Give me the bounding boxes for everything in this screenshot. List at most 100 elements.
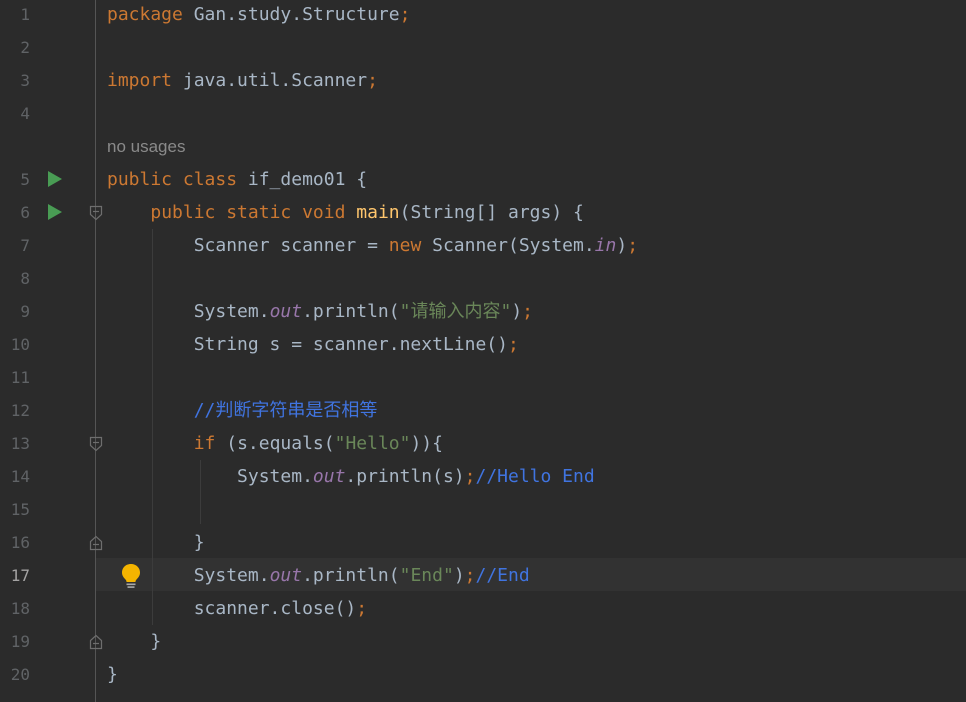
code-token: "Hello" [334, 433, 411, 454]
code-token: out [269, 301, 303, 322]
code-token: Gan.study.Structure [182, 4, 400, 25]
code-line[interactable]: 19 } [0, 625, 966, 658]
code-token: //End [475, 565, 530, 586]
line-number: 2 [20, 38, 30, 57]
code-text[interactable]: } [107, 625, 161, 658]
line-number: 11 [10, 368, 30, 387]
code-token: )){ [410, 433, 443, 454]
code-token: if [193, 433, 216, 454]
code-token: "请输入内容" [399, 301, 512, 322]
code-token: ; [399, 4, 411, 25]
code-line[interactable]: 20} [0, 658, 966, 691]
code-line[interactable]: 18 scanner.close(); [0, 592, 966, 625]
code-line[interactable]: 4 [0, 97, 966, 130]
code-token: ) [453, 565, 465, 586]
code-line[interactable]: 9 System.out.println("请输入内容"); [0, 295, 966, 328]
fold-end-icon[interactable] [89, 634, 103, 650]
code-line[interactable]: 14 System.out.println(s);//Hello End [0, 460, 966, 493]
code-token: } [107, 532, 205, 553]
code-text[interactable]: System.out.println("End");//End [107, 559, 530, 592]
code-token: ; [464, 466, 476, 487]
code-line[interactable]: 11 [0, 361, 966, 394]
code-token: String s = scanner.nextLine() [107, 334, 508, 355]
code-text[interactable]: scanner.close(); [107, 592, 367, 625]
code-line[interactable]: 15 [0, 493, 966, 526]
inlay-hint-no-usages[interactable]: no usages [107, 130, 185, 163]
code-token: scanner.close() [107, 598, 357, 619]
code-line[interactable]: 16 } [0, 526, 966, 559]
fold-start-icon[interactable] [89, 436, 103, 452]
line-number: 7 [20, 236, 30, 255]
line-number: 16 [10, 533, 30, 552]
code-token: System. [107, 301, 270, 322]
line-number: 15 [10, 500, 30, 519]
code-token: out [312, 466, 346, 487]
line-number: 14 [10, 467, 30, 486]
code-text[interactable]: System.out.println("请输入内容"); [107, 295, 533, 328]
code-line[interactable]: 17 System.out.println("End");//End [0, 559, 966, 592]
code-line[interactable]: 6 public static void main(String[] args)… [0, 196, 966, 229]
code-token: ) [511, 301, 523, 322]
code-token: Scanner scanner = [107, 235, 389, 256]
code-text[interactable]: System.out.println(s);//Hello End [107, 460, 595, 493]
code-line[interactable]: 3 import java.util.Scanner; [0, 64, 966, 97]
code-line[interactable]: 7 Scanner scanner = new Scanner(System.i… [0, 229, 966, 262]
run-gutter-icon[interactable] [48, 171, 62, 187]
code-line[interactable]: 13 if (s.equals("Hello")){ [0, 427, 966, 460]
code-text[interactable]: String s = scanner.nextLine(); [107, 328, 519, 361]
code-text[interactable]: } [107, 658, 118, 691]
code-token: (String[] args) { [399, 202, 584, 223]
line-number: 13 [10, 434, 30, 453]
line-number: 5 [20, 170, 30, 189]
code-token: in [594, 235, 617, 256]
line-number: 3 [20, 71, 30, 90]
code-token: package [107, 4, 183, 25]
code-text[interactable]: public class if_demo01 { [107, 163, 367, 196]
code-line[interactable]: 2 [0, 31, 966, 64]
code-token: public static void [150, 202, 346, 223]
code-token: (s.equals( [215, 433, 335, 454]
code-token: .println( [302, 301, 400, 322]
code-text[interactable]: package Gan.study.Structure; [107, 0, 410, 31]
line-number: 9 [20, 302, 30, 321]
code-text[interactable]: Scanner scanner = new Scanner(System.in)… [107, 229, 638, 262]
code-line[interactable]: 12 //判断字符串是否相等 [0, 394, 966, 427]
code-text[interactable]: if (s.equals("Hello")){ [107, 427, 443, 460]
code-text[interactable]: //判断字符串是否相等 [107, 394, 378, 427]
code-token: out [269, 565, 303, 586]
run-gutter-icon[interactable] [48, 204, 62, 220]
code-line[interactable]: 1 package Gan.study.Structure; [0, 0, 966, 31]
code-line[interactable]: 8 [0, 262, 966, 295]
code-line[interactable]: 10 String s = scanner.nextLine(); [0, 328, 966, 361]
line-number: 1 [20, 5, 30, 24]
line-number: 10 [10, 335, 30, 354]
code-editor[interactable]: no usages 1 package Gan.study.Structure; 2… [0, 0, 966, 702]
line-number: 6 [20, 203, 30, 222]
line-number: 4 [20, 104, 30, 123]
code-token: System. [107, 466, 313, 487]
code-line[interactable]: 5 public class if_demo01 { [0, 163, 966, 196]
code-token: ; [522, 301, 533, 322]
fold-end-icon[interactable] [89, 535, 103, 551]
code-token: if_demo01 { [237, 169, 368, 190]
code-token: //Hello End [475, 466, 595, 487]
code-token: } [107, 631, 162, 652]
code-text[interactable]: import java.util.Scanner; [107, 64, 378, 97]
code-token: main [356, 202, 400, 223]
inlay-hint-row: no usages [0, 130, 966, 163]
line-number: 19 [10, 632, 30, 651]
code-token: java.util.Scanner [172, 70, 368, 91]
line-number: 17 [10, 566, 30, 585]
code-token: import [107, 70, 173, 91]
code-token: .println(s) [345, 466, 465, 487]
code-token: ; [464, 565, 476, 586]
code-text[interactable]: public static void main(String[] args) { [107, 196, 584, 229]
code-token: public class [107, 169, 238, 190]
fold-start-icon[interactable] [89, 205, 103, 221]
code-text[interactable]: } [107, 526, 205, 559]
line-number: 18 [10, 599, 30, 618]
code-token: .println( [302, 565, 400, 586]
